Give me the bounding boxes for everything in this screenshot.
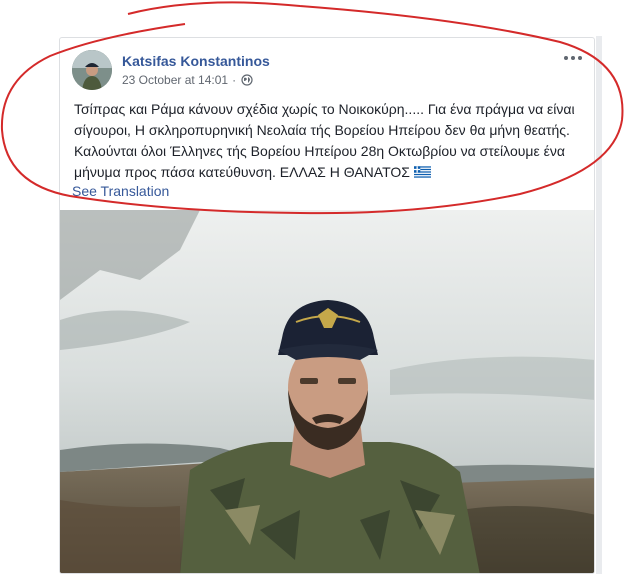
meta-separator: · [232,73,237,87]
globe-icon[interactable] [241,74,253,86]
more-options-icon[interactable] [562,51,584,65]
post-header: Katsifas Konstantinos 23 October at 14:0… [72,50,582,92]
post-meta: 23 October at 14:01 · [122,73,253,87]
see-translation-link[interactable]: See Translation [72,183,169,199]
avatar[interactable] [72,50,112,90]
author-name-link[interactable]: Katsifas Konstantinos [122,53,270,69]
feed-scroll-gutter [596,36,602,574]
post-body-text: Τσίπρας και Ράμα κάνουν σχέδια χωρίς το … [74,101,575,180]
facebook-post-card: Katsifas Konstantinos 23 October at 14:0… [59,37,595,574]
post-timestamp-link[interactable]: 23 October at 14:01 [122,73,228,87]
post-text: Τσίπρας και Ράμα κάνουν σχέδια χωρίς το … [74,99,584,183]
greek-flag-icon [413,163,431,178]
post-photo[interactable] [60,210,594,573]
